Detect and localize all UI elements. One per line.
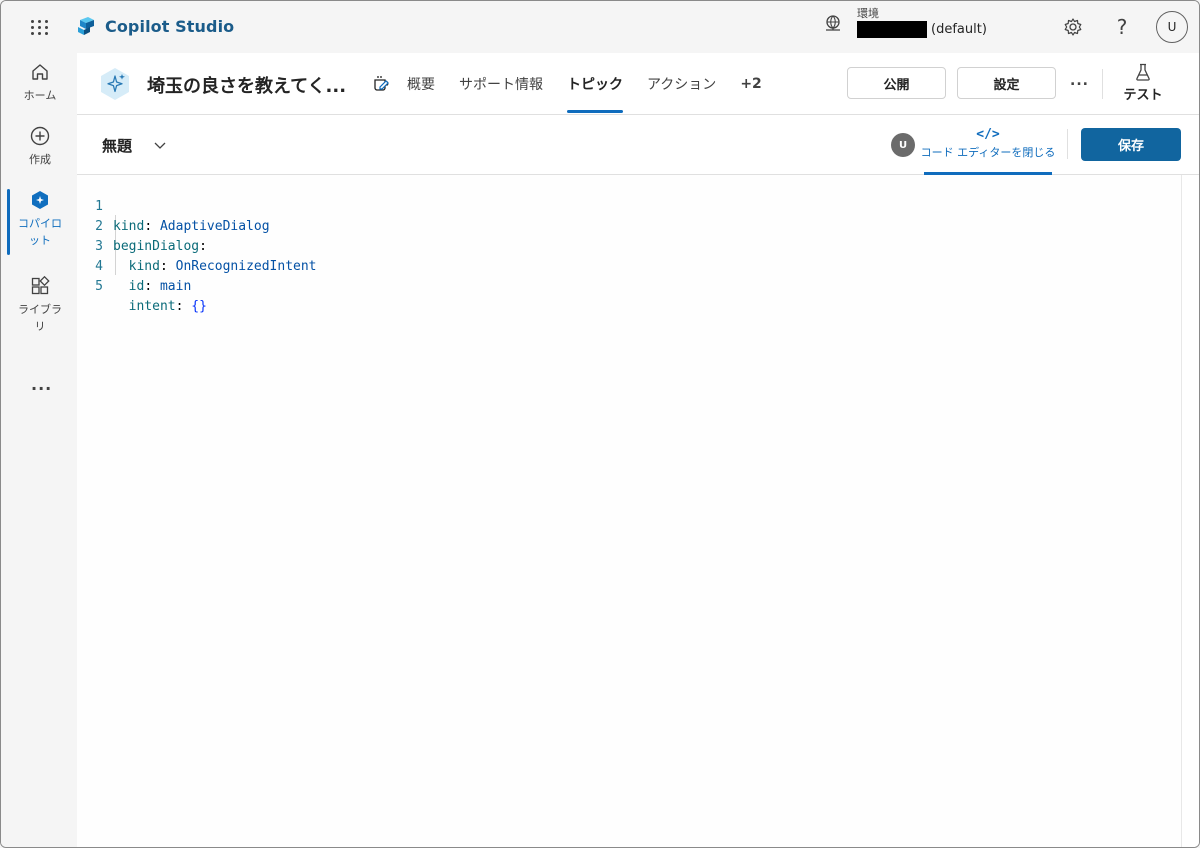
tab-actions[interactable]: アクション [647,53,716,115]
nav-item-home[interactable]: ホーム [7,61,73,104]
test-label: テスト [1123,88,1163,103]
tab-topics[interactable]: トピック [567,53,623,115]
agent-avatar-icon [101,68,129,100]
user-avatar[interactable]: U [1156,11,1188,43]
nav-more-button[interactable]: ... [31,375,52,394]
tab-knowledge[interactable]: サポート情報 [459,53,543,115]
top-bar: Copilot Studio 環境 (default) ? U [1,1,1199,53]
save-button[interactable]: 保存 [1081,128,1181,161]
left-nav: ホーム 作成 コパイロット ライブラリ ... [1,53,77,847]
environment-redacted-name [857,21,927,38]
yaml-value: OnRecognizedIntent [175,259,317,274]
code-line: 4 id: main [77,237,191,294]
code-icon: </> [976,127,1000,142]
yaml-value: AdaptiveDialog [159,219,270,234]
topic-name[interactable]: 無題 [102,135,132,156]
code-editor[interactable]: 1 kind: AdaptiveDialog 2 beginDialog: 3 … [77,175,1187,847]
editor-scrollbar[interactable] [1181,175,1195,847]
brand[interactable]: Copilot Studio [75,15,234,37]
yaml-key: intent [128,299,176,314]
collaborator-avatar: U [891,133,915,157]
close-code-editor-label: コード エディターを閉じる [920,146,1056,159]
agent-header: 埼玉の良さを教えてく... 概要 サポート情報 トピック アクション +2 公開… [77,53,1199,115]
nav-item-library[interactable]: ライブラリ [7,275,73,335]
nav-item-copilot[interactable]: コパイロット [7,189,73,249]
yaml-value: {} [191,299,207,314]
toolbar-divider [1067,129,1068,159]
yaml-value: main [159,279,192,294]
environment-globe-icon [826,14,840,31]
code-line: 3 kind: OnRecognizedIntent [77,217,316,274]
yaml-separator: : [199,239,207,254]
gear-icon [1064,18,1082,36]
copilot-icon [32,191,48,209]
tab-overflow[interactable]: +2 [740,53,761,115]
beaker-icon [1136,63,1150,81]
nav-label-home: ホーム [23,89,57,102]
home-icon [32,64,48,80]
environment-name: (default) [931,22,987,37]
settings-button[interactable] [1061,15,1085,39]
agent-title: 埼玉の良さを教えてく... [147,76,347,97]
publish-button[interactable]: 公開 [847,67,946,99]
main-panel: 埼玉の良さを教えてく... 概要 サポート情報 トピック アクション +2 公開… [77,53,1199,847]
help-button[interactable]: ? [1110,15,1134,39]
code-line: 1 kind: AdaptiveDialog [77,177,269,234]
test-button[interactable]: テスト [1117,63,1169,103]
yaml-separator: : [159,259,176,274]
nav-label-create: 作成 [29,153,51,166]
code-line: 2 beginDialog: [77,197,207,254]
add-circle-icon [30,126,50,146]
app-window: Copilot Studio 環境 (default) ? U ホーム 作成 コ… [0,0,1200,848]
tab-overview[interactable]: 概要 [407,53,435,115]
nav-label-copilot: コパイロット [18,217,62,247]
nav-label-library: ライブラリ [18,303,62,333]
settings-button[interactable]: 設定 [957,67,1056,99]
more-options-button[interactable]: ... [1070,73,1089,89]
environment-picker[interactable]: 環境 (default) [823,7,987,38]
library-icon [31,275,50,295]
yaml-separator: : [144,279,160,294]
app-launcher-icon[interactable] [29,16,51,38]
agent-edit-icon[interactable] [371,73,391,93]
app-name: Copilot Studio [105,16,235,36]
close-code-editor-button[interactable]: </> コード エディターを閉じる [921,127,1055,175]
line-number: 5 [95,279,103,294]
copilot-studio-logo-icon [78,17,94,35]
header-divider [1102,69,1103,99]
yaml-separator: : [144,219,160,234]
yaml-separator: : [175,299,192,314]
tab-bar: 概要 サポート情報 トピック アクション +2 [407,53,786,115]
topic-toolbar: 無題 U </> コード エディターを閉じる 保存 [77,115,1199,175]
environment-label: 環境 [857,7,879,20]
chevron-down-icon[interactable] [153,138,167,152]
nav-item-create[interactable]: 作成 [7,125,73,168]
code-line: 5 intent: {} [77,257,207,314]
